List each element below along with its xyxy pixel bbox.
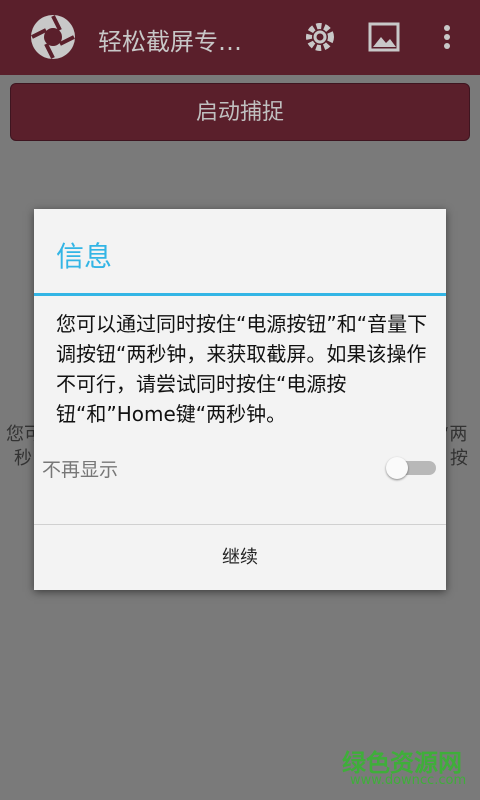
gallery-image-icon[interactable] <box>367 20 401 54</box>
dont-show-again-toggle[interactable] <box>386 457 438 479</box>
camera-shutter-icon[interactable] <box>30 14 76 60</box>
dont-show-again-label: 不再显示 <box>42 459 119 481</box>
overflow-menu-icon[interactable] <box>432 20 462 54</box>
dialog-message: 您可以通过同时按住“电源按钮”和“音量下调按钮“两秒钟，来获取截屏。如果该操作不… <box>56 312 428 426</box>
continue-button[interactable]: 继续 <box>34 525 446 590</box>
start-capture-button[interactable]: 启动捕捉 <box>10 83 470 141</box>
dialog-title-divider <box>34 293 446 296</box>
watermark-url: www.downcc.com <box>350 773 467 788</box>
app-bar: 轻松截屏专… <box>0 0 480 75</box>
info-dialog: 信息 您可以通过同时按住“电源按钮”和“音量下调按钮“两秒钟，来获取截屏。如果该… <box>34 209 446 590</box>
background-text-right-2: 按 <box>450 448 468 469</box>
background-text-left-2: 秒 <box>14 448 32 469</box>
app-title: 轻松截屏专… <box>98 28 242 56</box>
toggle-thumb <box>386 457 408 479</box>
settings-gear-icon[interactable] <box>303 20 337 54</box>
dialog-title: 信息 <box>56 240 113 273</box>
